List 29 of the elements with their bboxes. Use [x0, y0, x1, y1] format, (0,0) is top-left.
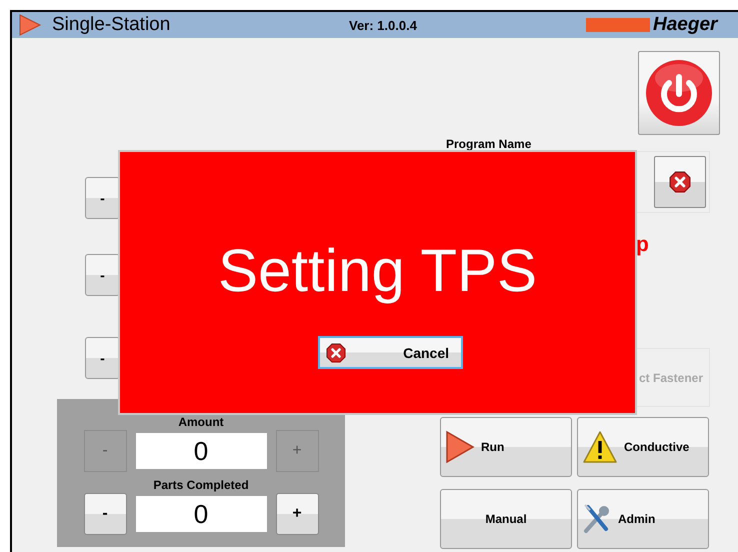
- logo-text: Haeger: [653, 14, 718, 36]
- logo-bar: [586, 18, 650, 32]
- plus-button[interactable]: +: [276, 493, 318, 535]
- minus-button[interactable]: -: [84, 493, 126, 535]
- stop-icon: [326, 342, 346, 362]
- action-button[interactable]: Conductive: [577, 417, 709, 477]
- stop-icon: [669, 171, 691, 193]
- action-button[interactable]: Run: [440, 417, 572, 477]
- play-icon: [445, 430, 475, 464]
- dialog-message: Setting TPS: [218, 236, 538, 306]
- counter-label: Parts Completed: [153, 478, 249, 493]
- clear-button[interactable]: [654, 156, 706, 208]
- version-label: Ver: 1.0.0.4: [349, 18, 418, 32]
- action-button[interactable]: Admin: [577, 489, 709, 549]
- tools-icon: [582, 503, 612, 535]
- play-icon: [18, 13, 42, 37]
- counter-field[interactable]: 0: [136, 496, 266, 532]
- minus-button[interactable]: -: [85, 337, 120, 379]
- power-button[interactable]: [638, 51, 720, 135]
- minus-button[interactable]: -: [85, 254, 120, 296]
- program-label: Program Name: [446, 137, 532, 151]
- window-title: Single-Station: [52, 14, 172, 36]
- manual-button[interactable]: Manual: [440, 489, 572, 549]
- counter-label: Amount: [178, 415, 224, 430]
- power-icon: [644, 58, 714, 128]
- minus-button[interactable]: -: [85, 177, 120, 219]
- status-text: p: [636, 233, 650, 258]
- warning-icon: [582, 430, 618, 464]
- cancel-button[interactable]: Cancel: [318, 336, 463, 369]
